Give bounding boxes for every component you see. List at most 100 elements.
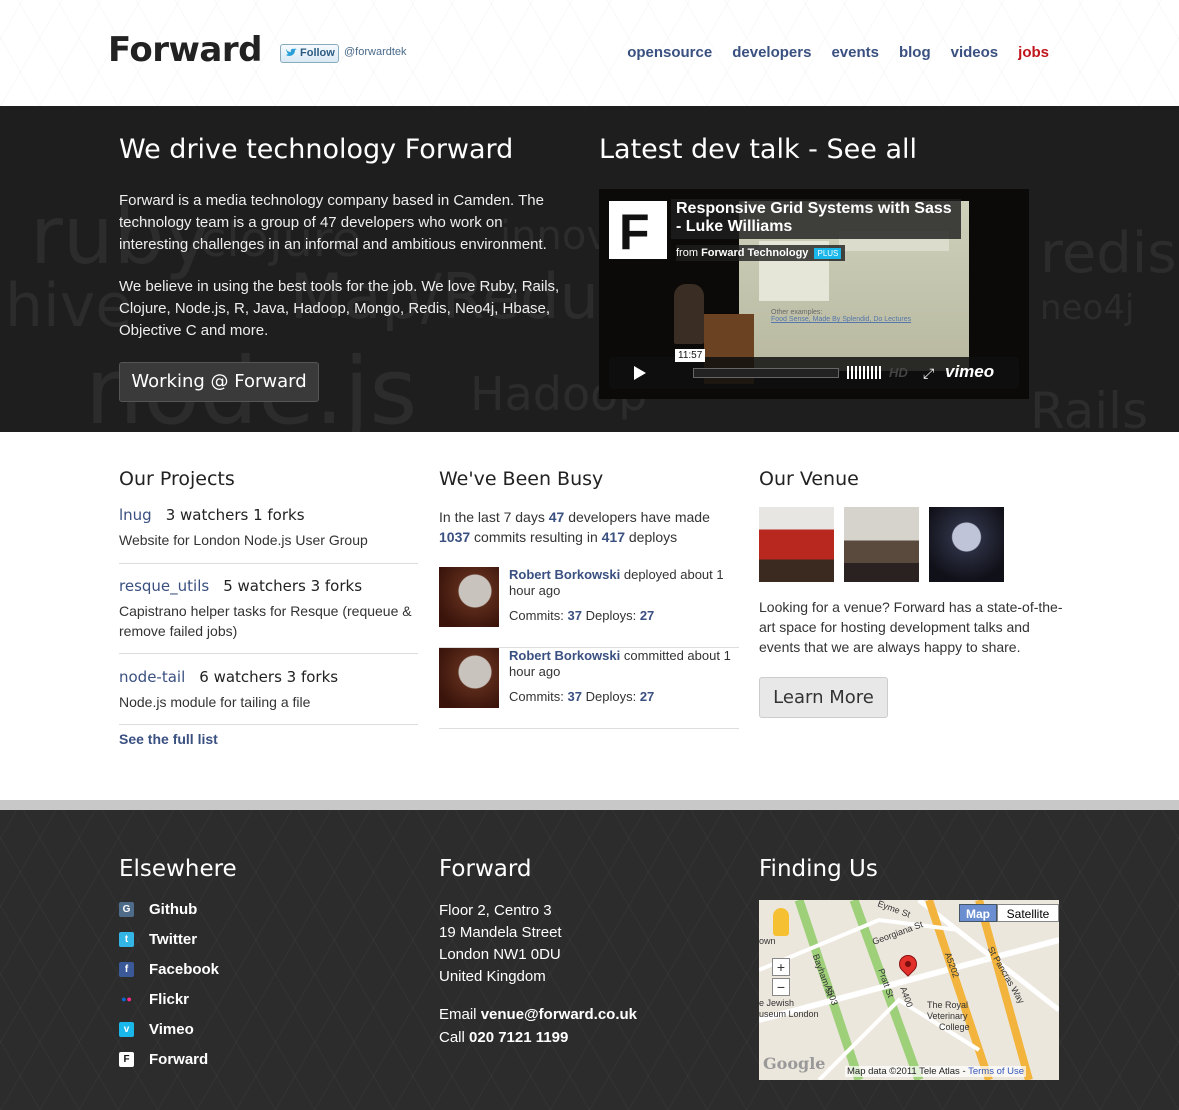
forward-f: F xyxy=(619,204,650,260)
deploy-count: 417 xyxy=(601,529,625,545)
forward-video-logo[interactable]: F xyxy=(609,201,667,260)
bg-word: redis xyxy=(1040,221,1177,286)
map-label: College xyxy=(939,1022,970,1032)
social-link-flickr[interactable]: ●● Flickr xyxy=(119,989,189,1009)
header: Forward Follow @forwardtek opensource de… xyxy=(0,0,1179,106)
project-link[interactable]: resque_utils xyxy=(119,577,209,595)
forward-logo[interactable]: Forward xyxy=(108,30,262,70)
main-nav: opensource developers events blog videos… xyxy=(627,44,1049,61)
google-logo[interactable]: Google xyxy=(763,1054,825,1073)
venue-photo[interactable] xyxy=(759,507,834,582)
plus-badge: PLUS xyxy=(814,247,842,259)
address: Floor 2, Centro 3 19 Mandela Street Lond… xyxy=(439,902,562,985)
nav-developers[interactable]: developers xyxy=(732,44,811,61)
activity-item: Robert Borkowski committed about 1 hour … xyxy=(439,648,739,729)
vimeo-logo[interactable]: vimeo xyxy=(945,362,994,382)
learn-more-button[interactable]: Learn More xyxy=(759,677,888,718)
hd-toggle[interactable]: HD xyxy=(889,365,908,380)
hero-text: Forward is a media technology company ba… xyxy=(119,190,569,342)
map-copyright: Map data ©2011 Tele Atlas - Terms of Use xyxy=(845,1066,1027,1077)
footer-divider xyxy=(0,800,1179,810)
twitter-handle[interactable]: @forwardtek xyxy=(344,46,407,58)
activity-item: Robert Borkowski deployed about 1 hour a… xyxy=(439,567,739,648)
hero-section: ruby clojure hive Map/Reduce node.js Had… xyxy=(0,106,1179,432)
commit-count: 1037 xyxy=(439,529,471,545)
map-label: useum London xyxy=(759,1009,819,1019)
project-stats: 3 watchers 1 forks xyxy=(165,506,305,524)
slide-text: Other examples: Food Sense, Made By Sple… xyxy=(771,309,912,323)
flickr-icon: ●● xyxy=(119,991,134,1007)
location-map[interactable]: Bayham St Georgiana St A5202 St Pancras … xyxy=(759,900,1059,1080)
forward-address-heading: Forward xyxy=(439,856,532,882)
project-description: Node.js module for tailing a file xyxy=(119,694,311,710)
terms-of-use-link[interactable]: Terms of Use xyxy=(968,1066,1024,1077)
hero-title: We drive technology Forward xyxy=(119,134,514,165)
social-link-twitter[interactable]: t Twitter xyxy=(119,929,197,949)
user-avatar[interactable] xyxy=(439,648,499,708)
user-link[interactable]: Robert Borkowski xyxy=(509,567,620,582)
finding-us-heading: Finding Us xyxy=(759,856,878,882)
nav-jobs[interactable]: jobs xyxy=(1018,44,1049,61)
volume-icon[interactable] xyxy=(847,366,881,379)
user-avatar[interactable] xyxy=(439,567,499,627)
social-link-github[interactable]: G Github xyxy=(119,899,197,919)
video-title[interactable]: Responsive Grid Systems with Sass - Luke… xyxy=(676,200,956,236)
hero-paragraph: Forward is a media technology company ba… xyxy=(119,192,547,253)
nav-events[interactable]: events xyxy=(831,44,879,61)
user-link[interactable]: Robert Borkowski xyxy=(509,648,620,663)
elsewhere-heading: Elsewhere xyxy=(119,856,237,882)
venue-photo[interactable] xyxy=(844,507,919,582)
facebook-icon: f xyxy=(119,961,134,977)
busy-heading: We've Been Busy xyxy=(439,468,604,490)
forward-icon: F xyxy=(119,1051,134,1067)
project-item: resque_utils 5 watchers 3 forks Capistran… xyxy=(119,577,418,654)
play-icon[interactable] xyxy=(621,363,657,383)
project-stats: 6 watchers 3 forks xyxy=(199,668,339,686)
see-full-list-link[interactable]: See the full list xyxy=(119,731,218,747)
twitter-icon: t xyxy=(119,931,134,947)
project-item: lnug 3 watchers 1 forks Website for Londo… xyxy=(119,506,418,564)
venue-description: Looking for a venue? Forward has a state… xyxy=(759,599,1063,655)
video-channel[interactable]: Forward Technology xyxy=(701,247,808,259)
activity-summary: In the last 7 days 47 developers have ma… xyxy=(439,509,710,545)
video-player[interactable]: Other examples: Food Sense, Made By Sple… xyxy=(599,189,1029,399)
zoom-control: + − xyxy=(769,908,791,998)
zoom-in-button[interactable]: + xyxy=(772,958,790,976)
projects-heading: Our Projects xyxy=(119,468,235,490)
social-link-vimeo[interactable]: v Vimeo xyxy=(119,1019,194,1039)
video-progress-bar[interactable] xyxy=(693,368,839,378)
activity-stats: Commits: 37 Deploys: 27 xyxy=(509,608,655,623)
social-link-forward[interactable]: F Forward xyxy=(119,1049,208,1069)
project-link[interactable]: node-tail xyxy=(119,668,185,686)
working-at-forward-button[interactable]: Working @ Forward xyxy=(119,362,319,402)
video-controls: HD ⤢ vimeo xyxy=(609,357,1019,389)
video-byline: from Forward Technology PLUS xyxy=(676,245,846,261)
venue-photo[interactable] xyxy=(929,507,1004,582)
bg-word: neo4j xyxy=(1040,288,1135,328)
map-type-map-button[interactable]: Map xyxy=(959,904,997,922)
nav-videos[interactable]: videos xyxy=(951,44,999,61)
bg-word: hive xyxy=(5,271,133,341)
street-view-pegman-icon[interactable] xyxy=(773,908,789,936)
twitter-follow-button[interactable]: Follow xyxy=(280,44,339,63)
nav-blog[interactable]: blog xyxy=(899,44,931,61)
map-label: Veterinary xyxy=(927,1011,968,1021)
email-link[interactable]: venue@forward.co.uk xyxy=(481,1006,637,1023)
project-item: node-tail 6 watchers 3 forks Node.js modu… xyxy=(119,668,418,725)
speaker xyxy=(674,284,704,344)
activity-text: Robert Borkowski committed about 1 hour … xyxy=(509,648,731,679)
project-description: Website for London Node.js User Group xyxy=(119,532,368,548)
project-description: Capistrano helper tasks for Resque (requ… xyxy=(119,603,412,639)
latest-dev-talk-title[interactable]: Latest dev talk - See all xyxy=(599,134,917,165)
activity-text: Robert Borkowski deployed about 1 hour a… xyxy=(509,567,724,598)
nav-opensource[interactable]: opensource xyxy=(627,44,712,61)
vimeo-icon: v xyxy=(119,1021,134,1037)
map-type-satellite-button[interactable]: Satellite xyxy=(997,904,1059,922)
social-link-facebook[interactable]: f Facebook xyxy=(119,959,219,979)
contact-info: Email venue@forward.co.uk Call 020 7121 … xyxy=(439,1006,638,1046)
fullscreen-icon[interactable]: ⤢ xyxy=(923,365,934,382)
twitter-bird-icon xyxy=(286,48,297,56)
activity-stats: Commits: 37 Deploys: 27 xyxy=(509,689,655,704)
project-link[interactable]: lnug xyxy=(119,506,152,524)
zoom-out-button[interactable]: − xyxy=(772,978,790,996)
